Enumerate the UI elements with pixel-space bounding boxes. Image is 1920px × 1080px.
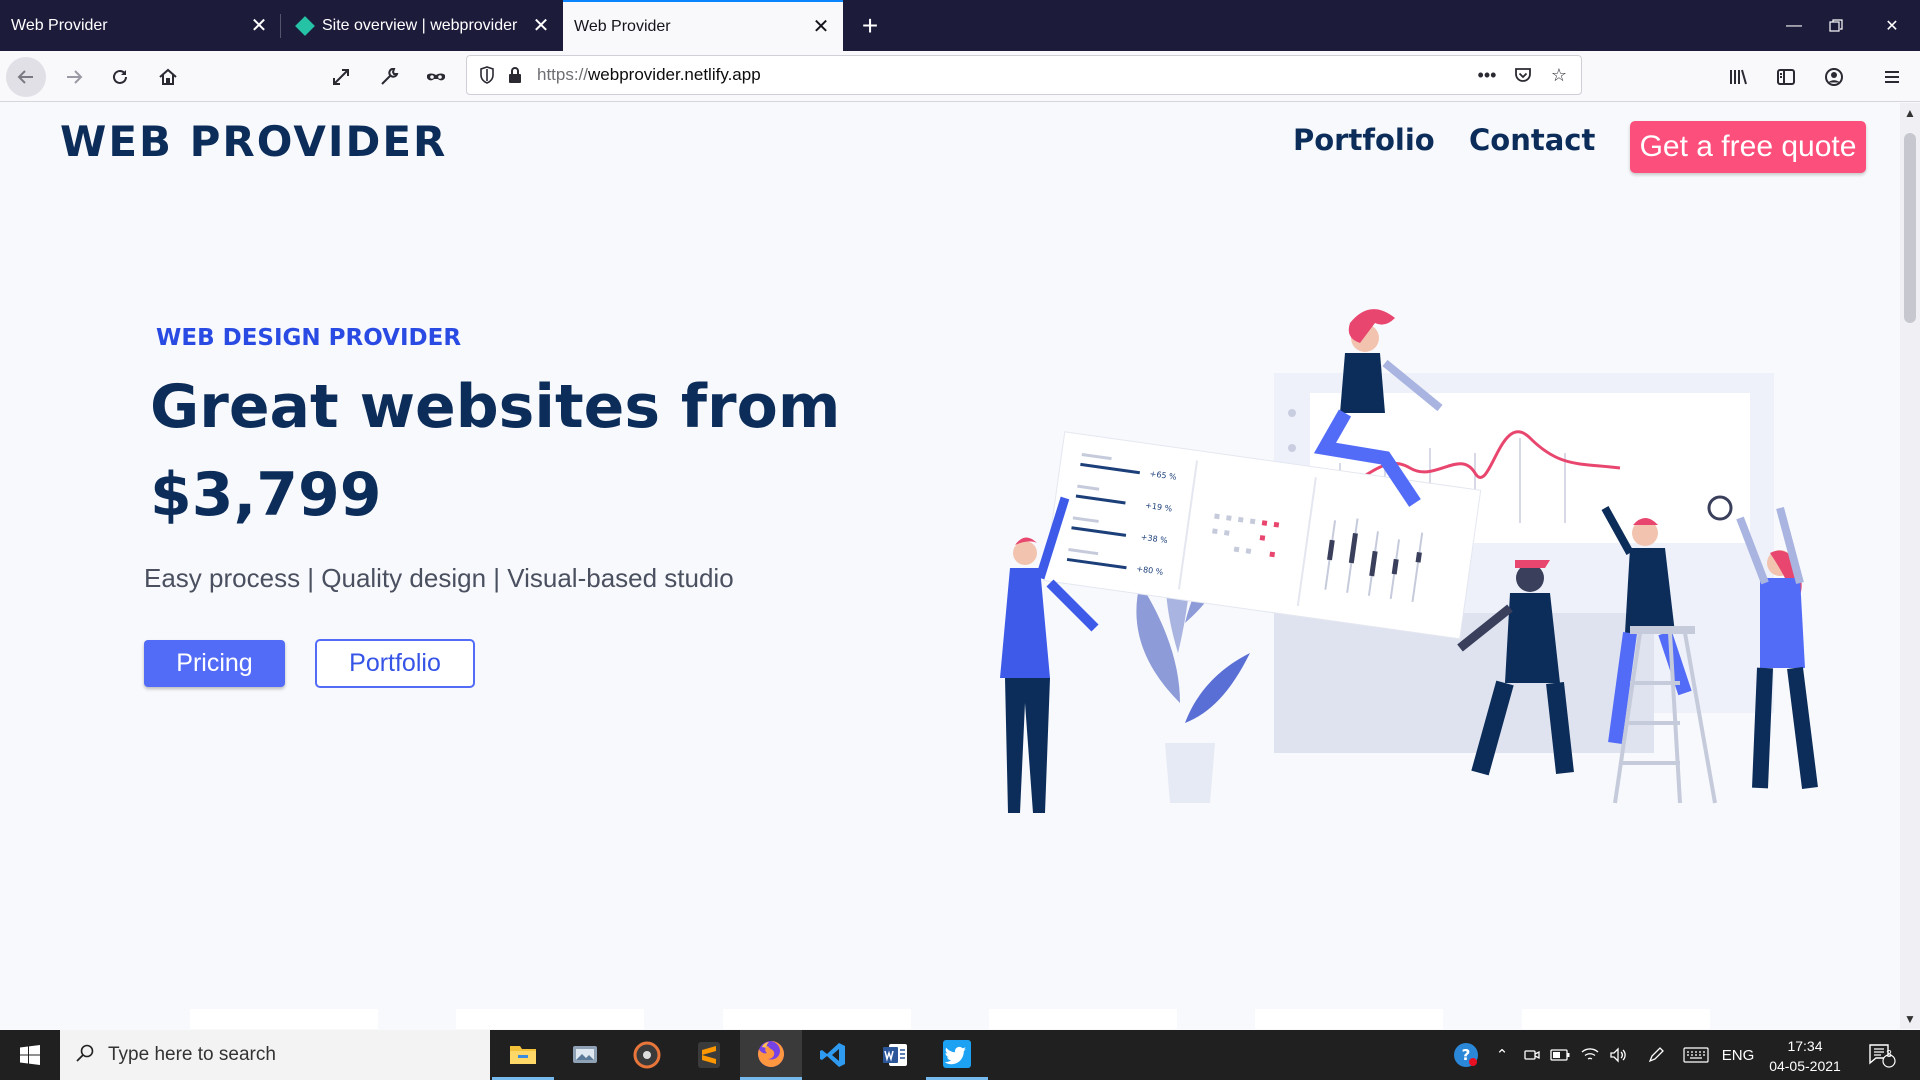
help-icon[interactable]: ? [1450, 1030, 1482, 1080]
feature-card [190, 1009, 378, 1029]
feature-card [1522, 1009, 1710, 1029]
windows-taskbar: Type here to search ? ⌃ ENG 17:34 04-05-… [0, 1030, 1920, 1080]
vscode-icon[interactable] [802, 1030, 864, 1080]
headline-price: $3,799 [150, 460, 382, 530]
search-placeholder: Type here to search [108, 1044, 276, 1065]
library-icon[interactable] [1720, 59, 1756, 95]
url-text[interactable]: https://webprovider.netlify.app [537, 65, 761, 85]
fullscreen-icon[interactable] [323, 59, 359, 95]
scroll-down-icon[interactable]: ▼ [1900, 1009, 1920, 1029]
lock-icon[interactable] [501, 61, 529, 89]
close-window-icon[interactable]: ✕ [1868, 0, 1916, 51]
sublime-text-icon[interactable] [678, 1030, 740, 1080]
meet-now-icon[interactable] [1518, 1030, 1546, 1080]
pen-icon[interactable] [1642, 1030, 1670, 1080]
hero-kicker: WEB DESIGN PROVIDER [156, 325, 462, 351]
file-explorer-icon[interactable] [492, 1030, 554, 1080]
language-indicator[interactable]: ENG [1718, 1030, 1758, 1080]
new-tab-plus-icon[interactable]: + [852, 8, 888, 44]
sidebar-icon[interactable] [1768, 59, 1804, 95]
vertical-scrollbar[interactable]: ▲ ▼ [1900, 103, 1920, 1029]
tab-title: Web Provider [11, 16, 108, 34]
headline-line-1: Great websites from [150, 372, 841, 442]
account-icon[interactable] [1816, 59, 1852, 95]
feature-card [723, 1009, 911, 1029]
minimize-icon[interactable]: — [1770, 0, 1818, 51]
volume-icon[interactable] [1604, 1030, 1632, 1080]
home-icon[interactable] [150, 59, 186, 95]
close-icon[interactable]: ✕ [803, 9, 839, 45]
hero-tagline: Easy process | Quality design | Visual-b… [144, 563, 734, 593]
menu-icon[interactable] [1874, 59, 1910, 95]
system-clock[interactable]: 17:34 04-05-2021 [1760, 1036, 1850, 1076]
get-quote-button[interactable]: Get a free quote [1630, 121, 1866, 173]
chevron-up-icon[interactable]: ⌃ [1488, 1030, 1516, 1080]
netlify-favicon-icon [295, 15, 315, 36]
pocket-icon[interactable] [1509, 61, 1537, 89]
clock-date: 04-05-2021 [1769, 1058, 1841, 1074]
close-icon[interactable]: ✕ [241, 8, 277, 44]
tab-strip: Web Provider ✕ Site overview | webprovid… [0, 0, 1920, 51]
reload-icon[interactable] [102, 59, 138, 95]
portfolio-button[interactable]: Portfolio [315, 639, 475, 688]
notification-count: 3 [1886, 1049, 1892, 1060]
url-bar[interactable]: https://webprovider.netlify.app ••• ☆ [466, 55, 1582, 95]
nav-link-portfolio[interactable]: Portfolio [1293, 123, 1435, 157]
feature-card [456, 1009, 644, 1029]
feature-card [989, 1009, 1177, 1029]
firefox-icon[interactable] [740, 1030, 802, 1080]
svg-text:?: ? [1462, 1046, 1471, 1064]
tab-title: Web Provider [574, 17, 671, 35]
bookmark-star-icon[interactable]: ☆ [1545, 61, 1573, 89]
tab-web-provider-active[interactable]: Web Provider ✕ [563, 0, 843, 51]
forward-icon[interactable] [56, 59, 92, 95]
mask-icon[interactable] [418, 59, 454, 95]
pricing-button[interactable]: Pricing [144, 640, 285, 687]
web-page: WEB PROVIDER Portfolio Contact Get a fre… [0, 103, 1900, 1029]
photos-icon[interactable] [554, 1030, 616, 1080]
tab-site-overview[interactable]: Site overview | webprovider ✕ [281, 0, 563, 51]
scroll-thumb[interactable] [1904, 133, 1916, 323]
close-icon[interactable]: ✕ [523, 8, 559, 44]
twitter-icon[interactable] [926, 1030, 988, 1080]
tab-title: Site overview | webprovider [322, 16, 518, 34]
feature-card [1255, 1009, 1443, 1029]
wifi-icon[interactable] [1576, 1030, 1604, 1080]
clock-time: 17:34 [1787, 1038, 1823, 1054]
notification-center-icon[interactable]: 3 [1862, 1030, 1902, 1080]
search-icon [76, 1044, 94, 1067]
more-icon[interactable]: ••• [1473, 61, 1501, 89]
scroll-up-icon[interactable]: ▲ [1900, 103, 1920, 123]
taskbar-search-box[interactable]: Type here to search [60, 1030, 490, 1080]
hero-headline: Great websites from $3,799 [150, 363, 850, 539]
windows-start-icon[interactable] [0, 1030, 60, 1080]
nav-link-contact[interactable]: Contact [1469, 123, 1595, 157]
word-icon[interactable] [864, 1030, 926, 1080]
restore-icon[interactable] [1812, 0, 1860, 51]
shield-icon[interactable] [473, 61, 501, 89]
site-logo[interactable]: WEB PROVIDER [60, 117, 447, 166]
back-icon[interactable] [6, 57, 46, 97]
wrench-icon[interactable] [371, 59, 407, 95]
tab-web-provider-1[interactable]: Web Provider ✕ [0, 0, 281, 51]
touch-keyboard-icon[interactable] [1678, 1030, 1714, 1080]
hero-illustration: +65 % +19 % +38 % +80 % [1000, 309, 1818, 813]
battery-icon[interactable] [1546, 1030, 1574, 1080]
media-player-icon[interactable] [616, 1030, 678, 1080]
